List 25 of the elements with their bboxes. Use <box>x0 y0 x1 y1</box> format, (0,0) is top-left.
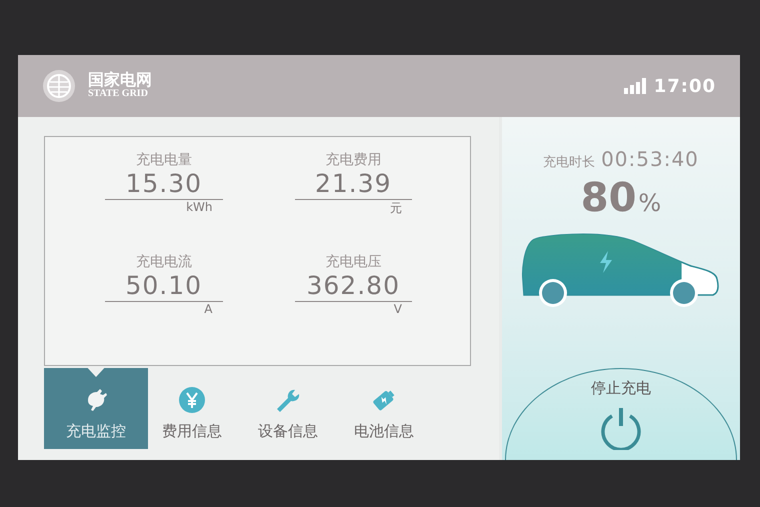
duration-value: 00:53:40 <box>601 147 699 171</box>
duration-label: 充电时长 <box>543 154 596 171</box>
stop-charging-button[interactable]: 停止充电 <box>505 368 737 460</box>
metric-value: 15.30 <box>105 169 222 200</box>
metric-unit: 元 <box>389 200 403 217</box>
signal-icon <box>624 78 646 94</box>
metric-label: 充电电压 <box>324 253 382 271</box>
nav-tab[interactable]: 充电监控 <box>44 368 148 449</box>
metric-value: 362.80 <box>294 271 412 302</box>
metric-unit: A <box>203 302 214 316</box>
percent-sign: % <box>638 189 662 217</box>
metric-label: 充电电量 <box>134 151 193 169</box>
clock-time: 17:00 <box>654 76 716 96</box>
globe-logo-icon <box>42 69 76 103</box>
metric-label: 充电费用 <box>324 151 382 169</box>
yen-coin-icon <box>178 386 206 414</box>
brand-name: 国家电网 <box>88 72 152 90</box>
power-icon <box>600 406 642 450</box>
metric-value: 50.10 <box>105 271 222 302</box>
brand-name-english: STATE GRID <box>88 89 149 100</box>
metric-value: 21.39 <box>294 169 412 200</box>
metric-unit: V <box>392 302 403 316</box>
metric-label: 充电电流 <box>134 253 193 271</box>
metric-unit: kWh <box>185 200 214 214</box>
charge-percent: 80 <box>580 175 636 221</box>
